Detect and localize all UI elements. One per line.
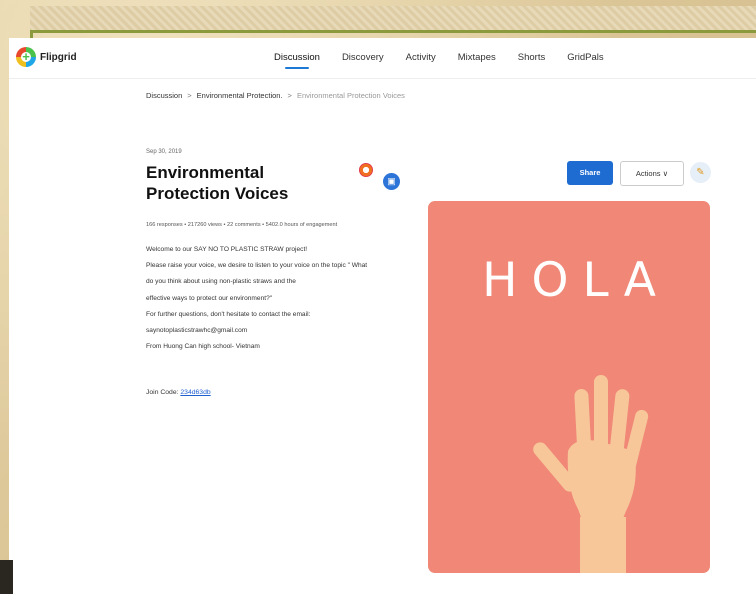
page-title: Environmental Protection Voices bbox=[146, 163, 289, 203]
description-line: Welcome to our SAY NO TO PLASTIC STRAW p… bbox=[146, 246, 308, 253]
tab-discussion[interactable]: Discussion bbox=[274, 52, 320, 69]
app-name: Flipgrid bbox=[40, 51, 77, 63]
tab-activity[interactable]: Activity bbox=[406, 52, 436, 63]
breadcrumb: Discussion > Environmental Protection. > Env… bbox=[146, 91, 405, 100]
tab-mixtapes[interactable]: Mixtapes bbox=[458, 52, 496, 63]
topic-date: Sep 30, 2019 bbox=[146, 149, 182, 155]
tab-discovery[interactable]: Discovery bbox=[342, 52, 384, 63]
actions-dropdown[interactable]: Actions ∨ bbox=[620, 161, 684, 186]
nav-tabs: Discussion Discovery Activity Mixtapes S… bbox=[274, 52, 626, 69]
edit-pencil-icon[interactable]: ✎ bbox=[690, 162, 711, 183]
topic-media-card[interactable]: HOLA bbox=[428, 201, 710, 573]
join-code: Join Code: 234d63db bbox=[146, 389, 211, 396]
description-line: saynotoplasticstrawhc@gmail.com bbox=[146, 326, 248, 334]
join-code-link[interactable]: 234d63db bbox=[180, 389, 210, 396]
topic-description: Welcome to our SAY NO TO PLASTIC STRAW p… bbox=[146, 244, 416, 357]
decorative-line bbox=[30, 30, 756, 33]
description-line: From Huong Can high school- Vietnam bbox=[146, 343, 260, 351]
top-navigation: Flipgrid Discussion Discovery Activity M… bbox=[9, 38, 756, 79]
description-line: Please raise your voice, we desire to li… bbox=[146, 262, 368, 270]
topic-stats: 166 responses • 217260 views • 22 commen… bbox=[146, 222, 338, 228]
breadcrumb-current: Environmental Protection Voices bbox=[296, 91, 405, 100]
breadcrumb-discussion[interactable]: Discussion bbox=[146, 91, 182, 100]
decorative-corner bbox=[0, 560, 13, 594]
description-line: do you think about using non-plastic str… bbox=[146, 278, 296, 286]
flipgrid-screenshot: Flipgrid Discussion Discovery Activity M… bbox=[9, 38, 756, 594]
flipgrid-logo[interactable]: Flipgrid bbox=[16, 47, 77, 67]
waving-hand-icon bbox=[533, 375, 649, 573]
description-line: For further questions, don't hesitate to… bbox=[146, 310, 311, 318]
breadcrumb-separator: > bbox=[187, 91, 192, 100]
share-button[interactable]: Share bbox=[567, 161, 613, 185]
topic-status-icon bbox=[359, 163, 373, 177]
tab-gridpals[interactable]: GridPals bbox=[567, 52, 603, 63]
breadcrumb-separator: > bbox=[287, 91, 292, 100]
decorative-band bbox=[30, 6, 756, 32]
flipgrid-logo-icon bbox=[16, 47, 36, 67]
tab-shorts[interactable]: Shorts bbox=[518, 52, 545, 63]
join-code-label: Join Code: bbox=[146, 389, 179, 396]
description-line: effective ways to protect our environmen… bbox=[146, 294, 273, 302]
clipboard-icon[interactable]: ▣ bbox=[383, 173, 400, 190]
breadcrumb-grid[interactable]: Environmental Protection. bbox=[197, 91, 283, 100]
